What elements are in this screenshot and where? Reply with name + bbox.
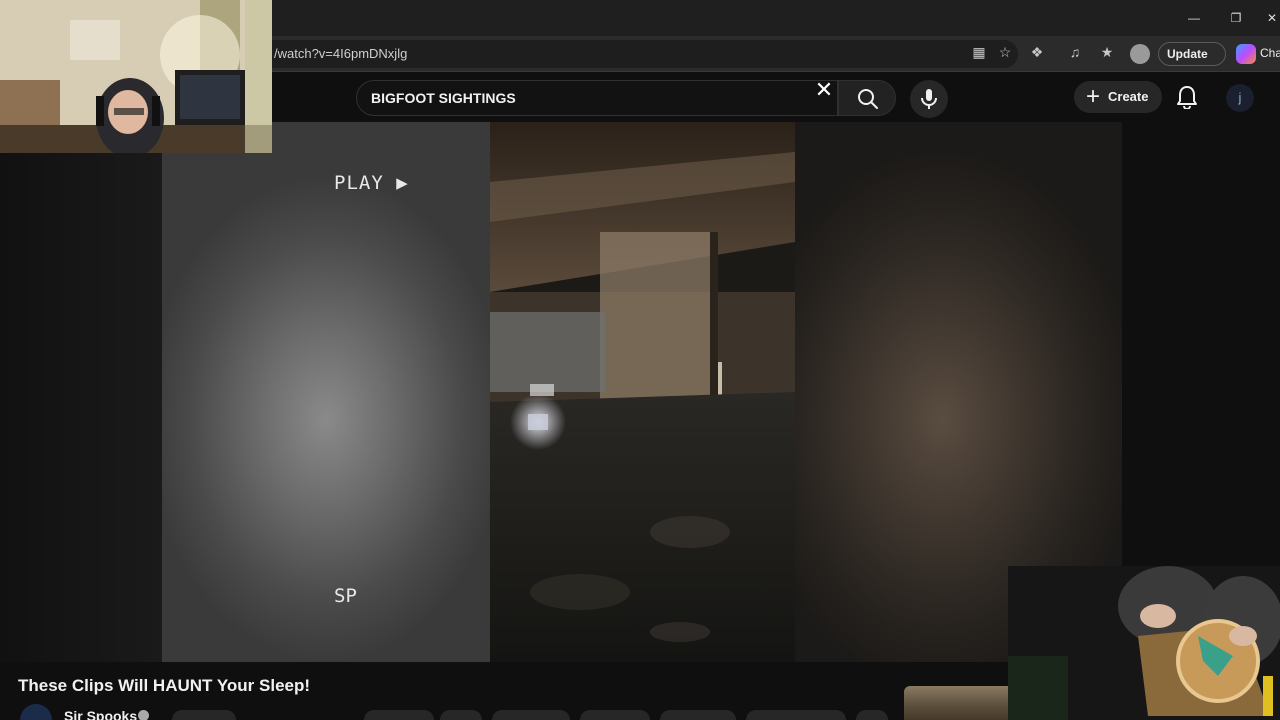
- update-button[interactable]: Update ···: [1158, 42, 1226, 83]
- vhs-play-overlay: PLAY ▶: [334, 172, 409, 194]
- download-button[interactable]: [746, 710, 846, 720]
- crawlspace-scene: [490, 122, 795, 662]
- minimize-icon[interactable]: —: [1184, 8, 1204, 28]
- restore-icon[interactable]: ❐: [1226, 8, 1246, 28]
- video-player[interactable]: [0, 122, 1122, 662]
- favorite-star-icon[interactable]: ☆: [996, 43, 1014, 61]
- join-button[interactable]: [172, 710, 236, 720]
- voice-search-button[interactable]: [910, 80, 948, 118]
- copilot-icon[interactable]: [1236, 44, 1256, 64]
- verified-badge-icon: [138, 710, 149, 720]
- channel-name[interactable]: Sir Spooks: [64, 708, 137, 720]
- search-icon: [858, 89, 878, 109]
- search-input[interactable]: BIGFOOT SIGHTINGS: [356, 80, 838, 116]
- recommended-video-thumbnail[interactable]: [904, 686, 1008, 720]
- clip-button[interactable]: [660, 710, 736, 720]
- handcam-scene: [1008, 566, 1280, 720]
- webcam-room-scene: [0, 0, 272, 153]
- more-actions-button[interactable]: [856, 710, 888, 720]
- close-icon[interactable]: ✕: [1262, 8, 1280, 28]
- copilot-label[interactable]: Cha: [1260, 46, 1280, 60]
- search-query[interactable]: BIGFOOT SIGHTINGS: [371, 90, 516, 106]
- account-avatar[interactable]: j: [1226, 84, 1254, 112]
- media-control-icon[interactable]: ♫: [1066, 43, 1084, 61]
- update-label: Update: [1167, 47, 1208, 61]
- share-button[interactable]: [440, 710, 482, 720]
- clear-search-icon[interactable]: ✕: [812, 78, 836, 102]
- video-title: These Clips Will HAUNT Your Sleep!: [18, 676, 311, 695]
- extensions-icon[interactable]: ❖: [1028, 43, 1046, 61]
- notifications-bell-icon[interactable]: [1176, 85, 1198, 109]
- browser-profile-avatar[interactable]: [1130, 44, 1150, 64]
- video-frame-left-blur: [162, 122, 490, 662]
- url-field[interactable]: /watch?v=4I6pmDNxjlg: [262, 40, 1018, 68]
- search-button[interactable]: [838, 80, 896, 116]
- plus-icon: +: [1086, 83, 1101, 110]
- screen: — ❐ ✕ /watch?v=4I6pmDNxjlg ▦ ☆ ❖ ♫ ★ Upd…: [0, 0, 1280, 720]
- microphone-icon: [921, 89, 937, 109]
- channel-avatar[interactable]: [20, 704, 52, 720]
- video-frame-center: [490, 122, 795, 662]
- create-label: Create: [1108, 89, 1149, 104]
- hand-webcam: [1008, 566, 1280, 720]
- avatar-initial: j: [1238, 90, 1242, 105]
- remix-button[interactable]: [492, 710, 570, 720]
- app-available-icon[interactable]: ▦: [970, 43, 988, 61]
- url-text[interactable]: /watch?v=4I6pmDNxjlg: [274, 46, 407, 61]
- vhs-sp-overlay: SP: [334, 585, 357, 607]
- like-button[interactable]: [364, 710, 434, 720]
- thanks-button[interactable]: [580, 710, 650, 720]
- player-letterbox: [0, 122, 162, 662]
- favorites-list-icon[interactable]: ★: [1098, 43, 1116, 61]
- streamer-webcam: [0, 0, 272, 153]
